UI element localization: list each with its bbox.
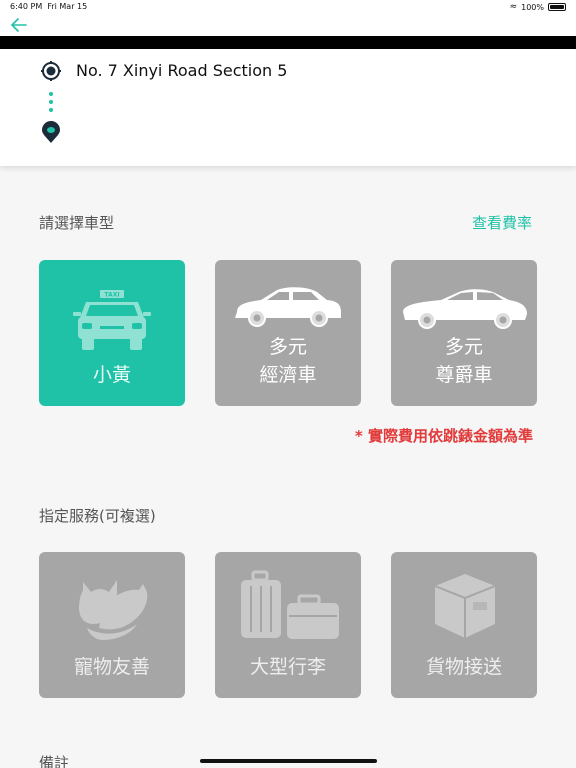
view-rates-link[interactable]: 查看費率 (472, 212, 532, 233)
wifi-icon: ≈ (509, 2, 518, 12)
package-icon (434, 574, 496, 638)
service-option-label: 貨物接送 (425, 656, 502, 678)
time-text: 6:40 PM (10, 2, 43, 11)
car-type-title: 請選擇車型 (39, 214, 115, 232)
battery-percent: 100% (521, 2, 544, 12)
route-dots (48, 92, 54, 116)
remarks-title: 備註 (39, 754, 70, 768)
luggage-icon (241, 570, 339, 639)
car-option-label-top: 多元 (268, 336, 307, 358)
nav-bar (0, 14, 576, 36)
route-card: No. 7 Xinyi Road Section 5 (0, 49, 576, 166)
back-button[interactable] (8, 15, 30, 35)
service-option-label: 寵物友善 (73, 656, 150, 678)
luxury-sedan-icon (403, 289, 527, 329)
origin-address[interactable]: No. 7 Xinyi Road Section 5 (76, 61, 287, 81)
service-option-luggage[interactable]: 大型行李 (215, 552, 361, 698)
svg-text:TAXI: TAXI (104, 292, 119, 299)
service-option-cargo[interactable]: 貨物接送 (391, 552, 537, 698)
service-option-pet[interactable]: 寵物友善 (39, 552, 185, 698)
fare-note: * 實際費用依跳錶金額為準 (354, 427, 533, 445)
car-option-label-bottom: 尊爵車 (435, 364, 493, 386)
pet-icon (79, 580, 148, 640)
arrow-left-icon (11, 18, 27, 32)
car-option-premium[interactable]: 多元 尊爵車 (391, 260, 537, 406)
service-title: 指定服務(可複選) (39, 507, 156, 525)
battery-icon (548, 3, 566, 11)
service-option-label: 大型行李 (249, 656, 326, 678)
car-option-label: 小黃 (92, 364, 131, 386)
car-option-label-top: 多元 (444, 336, 483, 358)
origin-marker-icon (41, 61, 61, 81)
destination-pin-icon[interactable] (41, 121, 61, 145)
car-option-taxi[interactable]: TAXI 小黃 (39, 260, 185, 406)
status-right: ≈ 100% (510, 2, 566, 12)
status-bar: 6:40 PM Fri Mar 15 ≈ 100% (0, 0, 576, 14)
date-text: Fri Mar 15 (47, 2, 88, 11)
home-indicator[interactable] (200, 759, 377, 763)
car-option-label-bottom: 經濟車 (259, 364, 317, 386)
car-option-economy[interactable]: 多元 經濟車 (215, 260, 361, 406)
sedan-icon (235, 287, 341, 327)
status-time: 6:40 PM Fri Mar 15 (10, 2, 87, 11)
header-bar (0, 36, 576, 49)
taxi-icon: TAXI (73, 290, 151, 350)
